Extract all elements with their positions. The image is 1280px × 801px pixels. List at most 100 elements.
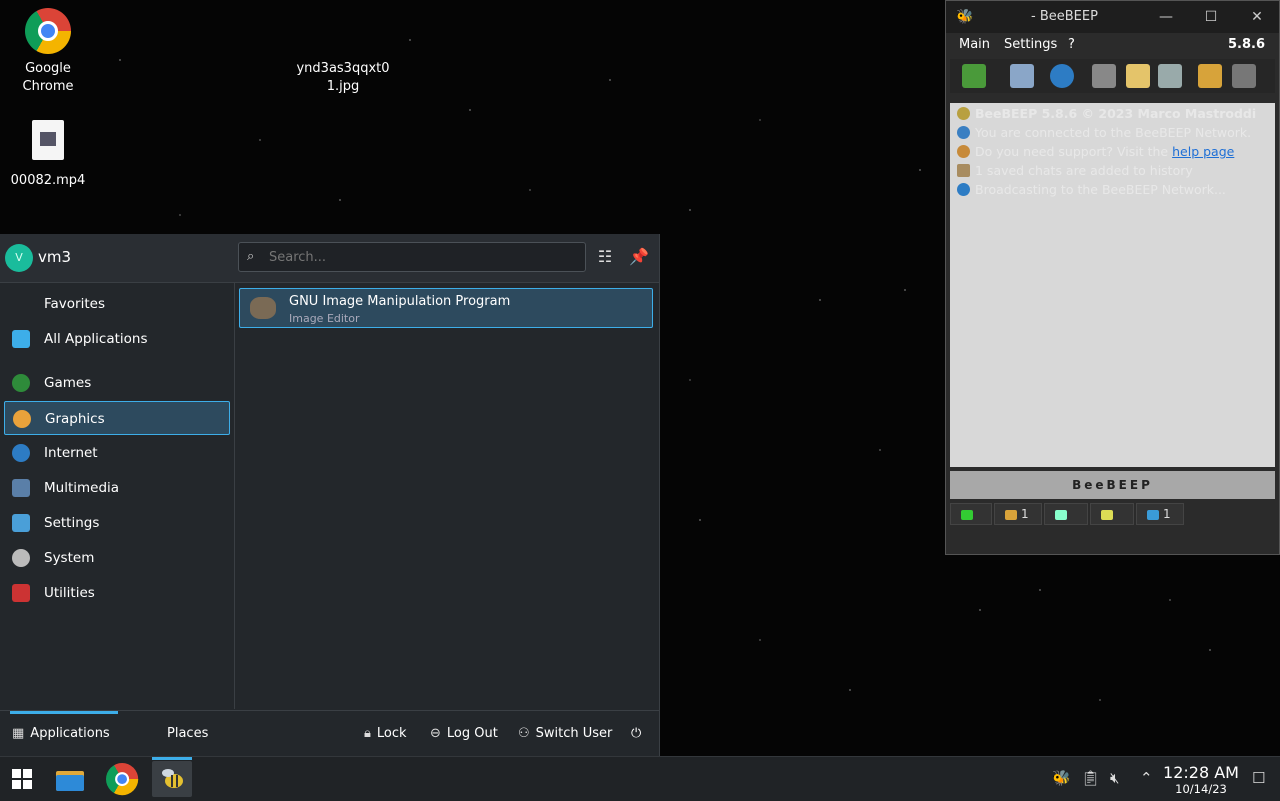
username: vm3 — [38, 248, 72, 266]
lock-button[interactable]: 🔒︎ Lock — [364, 711, 407, 757]
category-internet[interactable]: Internet — [4, 436, 230, 470]
tab-places[interactable]: Places — [167, 711, 208, 757]
app-result-gimp[interactable]: GNU Image Manipulation Program Image Edi… — [239, 288, 653, 328]
switch-user-button[interactable]: ⚇ Switch User — [518, 711, 612, 757]
switch-user-label: Switch User — [535, 726, 613, 741]
avatar[interactable]: V — [5, 244, 33, 272]
close-icon[interactable]: ✕ — [1247, 7, 1267, 27]
application-launcher: V vm3 ⌕ ☷ 📌 Favorites All Applications G… — [0, 234, 660, 756]
switch-user-icon: ⚇ — [518, 726, 530, 741]
category-favorites[interactable]: Favorites — [4, 287, 230, 321]
category-graphics[interactable]: Graphics — [4, 401, 230, 435]
lock-icon: 🔒︎ — [364, 726, 371, 741]
home-icon[interactable] — [1092, 64, 1116, 88]
volume-muted-icon[interactable]: 🔇︎ — [1110, 769, 1119, 787]
status-icon[interactable] — [962, 64, 986, 88]
message-icon[interactable] — [1126, 64, 1150, 88]
bee-tray-icon[interactable]: 🐝 — [1052, 769, 1071, 787]
trash-icon[interactable] — [1232, 64, 1256, 88]
folder-icon — [56, 771, 84, 791]
settings-icon — [12, 514, 30, 532]
users-icon — [1005, 509, 1017, 520]
multimedia-icon — [12, 479, 30, 497]
category-system[interactable]: System — [4, 541, 230, 575]
network-button[interactable]: 1 — [1136, 503, 1184, 525]
desktop-icon-label: 00082.mp4 — [10, 173, 86, 188]
tab-applications[interactable]: ▦ Applications — [10, 711, 118, 757]
help-page-link[interactable]: help page — [1172, 144, 1234, 159]
brand-banner: BeeBEEP — [950, 471, 1275, 499]
plugins-icon[interactable] — [1158, 64, 1182, 88]
status-bar: 1 1 — [950, 503, 1275, 525]
groups-button[interactable] — [1090, 503, 1134, 525]
desktop-icon-label: ynd3as3qqxt0 — [296, 61, 390, 76]
grid-icon — [12, 330, 30, 348]
chat-icon — [1055, 509, 1067, 520]
windows-icon — [12, 769, 32, 789]
category-label: Internet — [44, 445, 98, 461]
category-label: Multimedia — [44, 480, 120, 496]
category-utilities[interactable]: Utilities — [4, 576, 230, 610]
users-button[interactable]: 1 — [994, 503, 1042, 525]
logout-button[interactable]: ⊖ Log Out — [430, 711, 498, 757]
network-count: 1 — [1163, 507, 1171, 521]
category-label: Favorites — [44, 296, 105, 312]
lock-label: Lock — [376, 726, 407, 741]
menu-bar: Main Settings ? 5.8.6 — [946, 33, 1279, 57]
maximize-icon[interactable]: ☐ — [1201, 7, 1221, 27]
file-manager-button[interactable] — [50, 761, 90, 797]
chrome-taskbar-button[interactable] — [102, 761, 142, 797]
beebeep-taskbar-button[interactable] — [152, 757, 192, 797]
menu-settings[interactable]: Settings — [1004, 37, 1057, 52]
chrome-icon — [24, 8, 72, 56]
search-box[interactable]: ⌕ — [238, 242, 586, 272]
edit-profile-icon[interactable] — [1010, 64, 1034, 88]
toolbar — [950, 59, 1275, 93]
broadcast-icon — [957, 183, 970, 196]
search-input[interactable] — [267, 246, 571, 268]
log-line: BeeBEEP 5.8.6 © 2023 Marco Mastroddi — [957, 106, 1256, 121]
category-all-applications[interactable]: All Applications — [4, 322, 230, 356]
menu-help[interactable]: ? — [1068, 37, 1075, 52]
desktop-icon-label: 1.jpg — [326, 79, 360, 94]
download-icon[interactable] — [1198, 64, 1222, 88]
taskbar: 🐝 📋︎ 🔇︎ ⌃ 12:28 AM 10/14/23 ☐ — [0, 756, 1280, 801]
clock-time: 12:28 AM — [1163, 763, 1239, 782]
category-label: Utilities — [44, 585, 95, 601]
groups-icon — [1101, 509, 1113, 520]
logout-icon: ⊖ — [430, 726, 441, 741]
tools-icon — [12, 584, 30, 602]
history-icon — [957, 164, 970, 177]
power-icon: ⏻ — [631, 726, 642, 741]
desktop-icon-mp4[interactable]: 00082.mp4 — [0, 116, 96, 190]
configure-icon[interactable]: ☷ — [594, 246, 616, 268]
pin-icon[interactable]: 📌 — [628, 246, 650, 268]
desktop-icon-jpg[interactable]: ynd3as3qqxt0 1.jpg — [295, 60, 391, 96]
show-desktop-icon[interactable]: ☐ — [1252, 769, 1265, 787]
minimize-icon[interactable]: — — [1156, 7, 1176, 27]
category-label: Settings — [44, 515, 100, 531]
category-multimedia[interactable]: Multimedia — [4, 471, 230, 505]
bee-icon — [957, 107, 970, 120]
clock[interactable]: 12:28 AM 10/14/23 — [1160, 763, 1242, 797]
desktop-icon-chrome[interactable]: Google Chrome — [0, 8, 96, 96]
category-games[interactable]: Games — [4, 366, 230, 400]
launcher-header: V vm3 ⌕ ☷ 📌 — [0, 234, 659, 283]
beebeep-window: 🐝 - BeeBEEP — ☐ ✕ Main Settings ? 5.8.6 … — [945, 0, 1280, 555]
menu-main[interactable]: Main — [959, 37, 990, 52]
desktop-icon-label: Chrome — [22, 79, 74, 94]
version-label: 5.8.6 — [1228, 37, 1266, 52]
window-titlebar[interactable]: 🐝 - BeeBEEP — ☐ ✕ — [946, 1, 1279, 33]
network-icon[interactable] — [1050, 64, 1074, 88]
applications-icon: ▦ — [12, 726, 25, 741]
chats-button[interactable] — [1044, 503, 1088, 525]
launcher-footer: ▦ Applications Places 🔒︎ Lock ⊖ Log Out ⚇ Sw… — [0, 710, 659, 757]
clipboard-icon[interactable]: 📋︎ — [1081, 769, 1100, 787]
status-online-button[interactable] — [950, 503, 992, 525]
category-settings[interactable]: Settings — [4, 506, 230, 540]
gimp-icon — [250, 297, 276, 319]
chevron-up-icon[interactable]: ⌃ — [1140, 769, 1153, 787]
start-menu-button[interactable] — [2, 761, 42, 797]
users-count: 1 — [1021, 507, 1029, 521]
power-button[interactable]: ⏻ — [631, 711, 641, 757]
